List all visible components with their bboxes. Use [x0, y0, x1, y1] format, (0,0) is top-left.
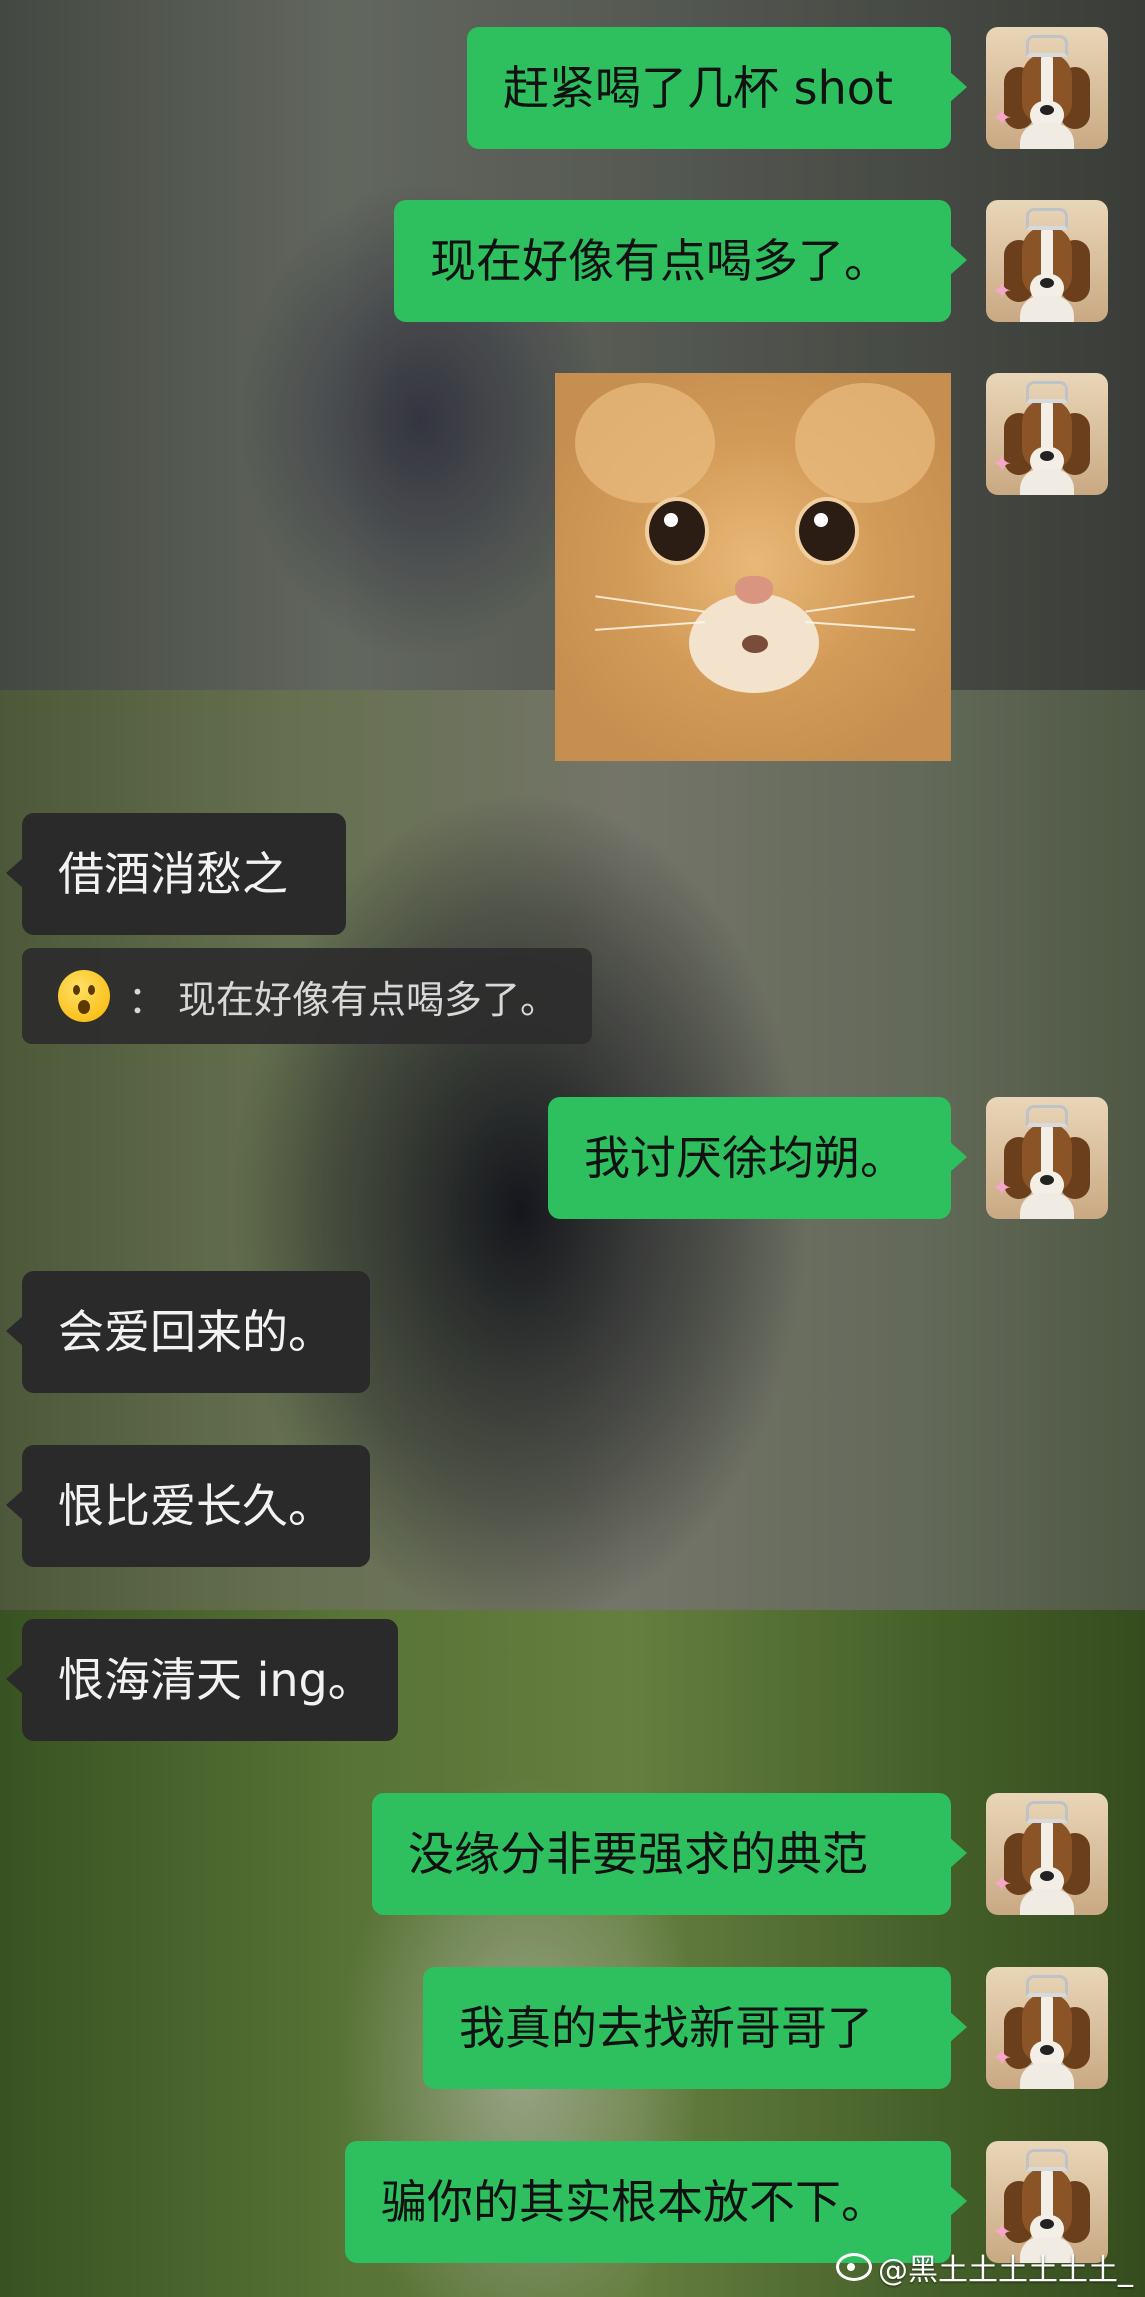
beagle-avatar-icon[interactable] — [986, 1967, 1108, 2089]
beagle-avatar-icon[interactable] — [986, 1793, 1108, 1915]
message-bubble-outgoing[interactable]: 我讨厌徐均朔。 — [548, 1097, 967, 1219]
message-bubble-incoming[interactable]: 借酒消愁之 — [6, 813, 346, 935]
weibo-icon — [836, 2253, 872, 2281]
message-bubble-outgoing[interactable]: 没缘分非要强求的典范 — [372, 1793, 967, 1915]
message-text: 恨海清天 ing。 — [58, 1653, 374, 1707]
message-bubble-outgoing[interactable]: 我真的去找新哥哥了 — [423, 1967, 967, 2089]
message-text: 会爱回来的。 — [58, 1305, 334, 1359]
message-text: 恨比爱长久。 — [58, 1479, 334, 1533]
quote-text: 现在好像有点喝多了。 — [178, 977, 559, 1022]
message-text: 我真的去找新哥哥了 — [459, 2001, 873, 2055]
message-bubble-incoming[interactable]: 恨海清天 ing。 — [6, 1619, 398, 1741]
message-text: 骗你的其实根本放不下。 — [381, 2175, 887, 2229]
beagle-avatar-icon[interactable] — [986, 373, 1108, 495]
watermark-text: @黑土土土土土土_ — [878, 2253, 1133, 2288]
message-bubble-outgoing[interactable]: 现在好像有点喝多了。 — [394, 200, 967, 322]
quoted-reply[interactable]: ： 现在好像有点喝多了。 — [22, 948, 592, 1044]
cat-eye-icon — [649, 501, 705, 561]
message-text: 赶紧喝了几杯 shot — [503, 61, 893, 115]
surprised-face-emoji-icon — [58, 970, 110, 1022]
cat-eye-icon — [799, 501, 855, 561]
weibo-watermark: @黑土土土土土土_ — [836, 2245, 1133, 2289]
message-text: 没缘分非要强求的典范 — [408, 1827, 868, 1881]
message-text: 我讨厌徐均朔。 — [584, 1131, 906, 1185]
beagle-avatar-icon[interactable] — [986, 1097, 1108, 1219]
message-bubble-incoming[interactable]: 恨比爱长久。 — [6, 1445, 370, 1567]
quote-separator: ： — [128, 977, 167, 1022]
message-text: 现在好像有点喝多了。 — [430, 234, 890, 288]
message-bubble-outgoing[interactable]: 赶紧喝了几杯 shot — [467, 27, 967, 149]
message-bubble-incoming[interactable]: 会爱回来的。 — [6, 1271, 370, 1393]
cat-face-sticker[interactable] — [555, 373, 951, 761]
beagle-avatar-icon[interactable] — [986, 200, 1108, 322]
message-text: 借酒消愁之 — [58, 847, 288, 901]
beagle-avatar-icon[interactable] — [986, 27, 1108, 149]
